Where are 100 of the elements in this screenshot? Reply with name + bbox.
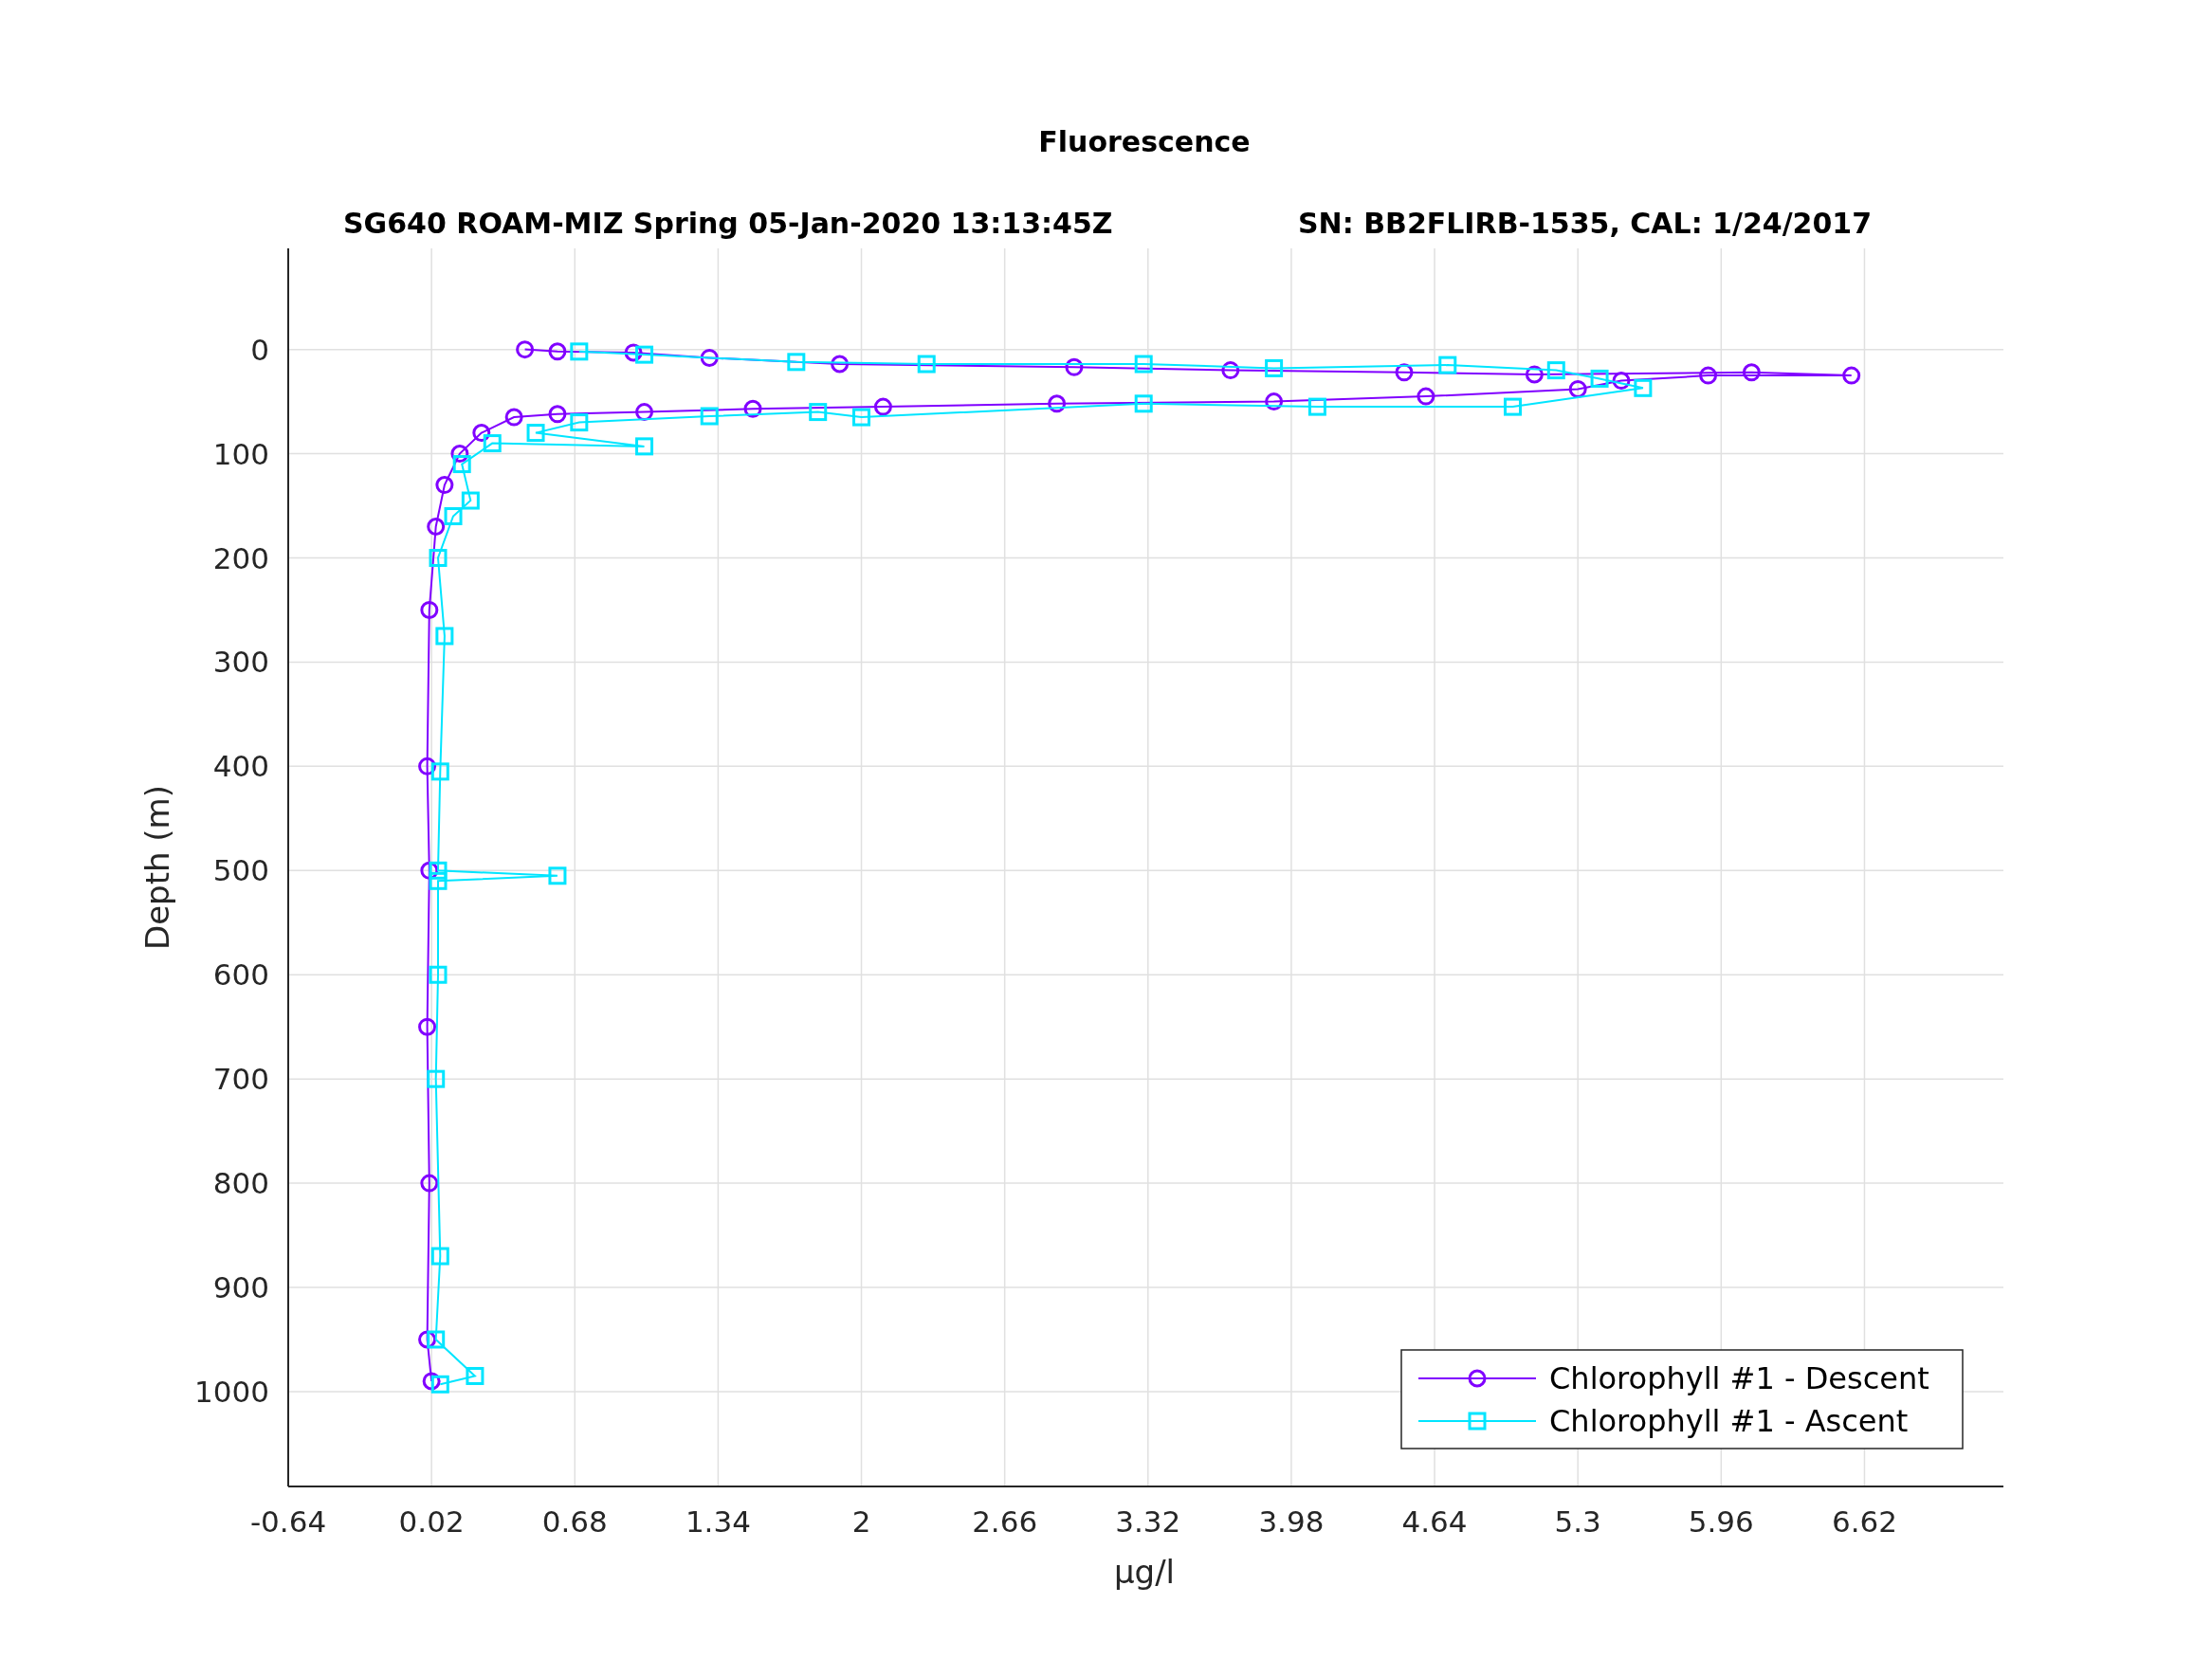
data-point — [1504, 397, 1522, 416]
x-tick-label: 2 — [851, 1504, 871, 1539]
data-point — [526, 424, 545, 443]
x-tick-label: 3.32 — [1115, 1504, 1181, 1539]
y-tick-label: 100 — [212, 436, 269, 471]
data-point — [435, 627, 454, 646]
chart-subtitle: SG640 ROAM-MIZ Spring 05-Jan-2020 13:13:45Z — [343, 207, 1113, 240]
x-tick-label: 6.62 — [1831, 1504, 1897, 1539]
data-point — [516, 340, 535, 359]
data-point — [422, 1372, 441, 1391]
data-point — [570, 413, 589, 432]
data-point — [1742, 363, 1761, 382]
data-point — [1634, 378, 1653, 397]
x-tick-label: 4.64 — [1401, 1504, 1468, 1539]
y-tick-label: 700 — [212, 1062, 269, 1097]
data-point — [466, 1366, 484, 1385]
data-point — [624, 343, 643, 362]
y-axis-label: Depth (m) — [138, 785, 176, 950]
data-point — [873, 397, 892, 416]
data-point — [429, 549, 448, 567]
data-point — [427, 518, 446, 536]
data-point — [1842, 366, 1861, 385]
chart-subtitle: SN: BB2FLIRB-1535, CAL: 1/24/2017 — [1298, 207, 1873, 240]
data-point — [429, 861, 448, 880]
data-point — [852, 408, 871, 427]
chart-title: Fluorescence — [1038, 125, 1251, 158]
data-point — [1307, 397, 1326, 416]
x-tick-label: 1.34 — [685, 1504, 751, 1539]
data-point — [1417, 387, 1435, 406]
data-point — [1699, 366, 1718, 385]
x-tick-label: -0.64 — [249, 1504, 327, 1539]
data-point — [429, 871, 448, 890]
data-point — [429, 965, 448, 984]
data-point — [420, 1174, 439, 1193]
data-point — [1134, 394, 1153, 413]
data-point — [1590, 369, 1609, 388]
data-point — [452, 455, 471, 474]
y-tick-label: 0 — [250, 332, 269, 367]
data-point — [1265, 392, 1284, 411]
data-point — [1568, 379, 1587, 398]
data-point — [1265, 358, 1284, 377]
data-point — [1221, 361, 1240, 380]
data-point — [418, 757, 437, 775]
data-point — [418, 1017, 437, 1036]
data-point — [472, 424, 491, 443]
y-tick-label: 200 — [212, 540, 269, 575]
data-point — [1546, 361, 1565, 380]
data-point — [1065, 357, 1084, 376]
x-axis-label: μg/l — [1113, 1553, 1176, 1591]
data-point — [635, 345, 654, 364]
y-tick-label: 400 — [212, 749, 269, 784]
x-tick-label: 0.02 — [398, 1504, 465, 1539]
x-tick-label: 5.3 — [1554, 1504, 1601, 1539]
data-point — [570, 342, 589, 361]
data-point — [444, 507, 463, 526]
data-point — [787, 353, 806, 372]
data-point — [743, 399, 762, 418]
x-tick-label: 0.68 — [541, 1504, 608, 1539]
data-point — [831, 355, 850, 374]
data-point — [435, 476, 454, 495]
data-point — [450, 445, 469, 464]
x-tick-label: 2.66 — [972, 1504, 1038, 1539]
data-point — [1395, 363, 1414, 382]
x-tick-label: 3.98 — [1258, 1504, 1325, 1539]
data-point — [420, 861, 439, 880]
data-point — [418, 1330, 437, 1349]
data-point — [548, 342, 567, 361]
data-point — [1134, 355, 1153, 374]
y-tick-label: 1000 — [194, 1374, 269, 1409]
data-point — [700, 407, 719, 426]
data-point — [427, 1330, 446, 1349]
legend-label: Chlorophyll #1 - Descent — [1549, 1360, 1929, 1396]
data-point — [420, 600, 439, 619]
data-point — [1438, 356, 1457, 374]
data-point — [461, 491, 480, 510]
data-point — [1048, 394, 1067, 413]
data-point — [504, 408, 523, 427]
data-point — [1612, 372, 1631, 391]
y-tick-label: 500 — [212, 853, 269, 888]
data-point — [430, 762, 449, 781]
legend-marker-icon — [1417, 1369, 1537, 1388]
data-point — [427, 1069, 446, 1088]
data-point — [809, 403, 828, 422]
data-point — [483, 434, 502, 453]
data-point — [917, 355, 936, 374]
data-point — [548, 866, 567, 885]
y-tick-label: 800 — [212, 1166, 269, 1201]
y-tick-label: 300 — [212, 645, 269, 680]
data-point — [548, 405, 567, 424]
data-point — [430, 1247, 449, 1266]
legend-label: Chlorophyll #1 - Ascent — [1549, 1403, 1909, 1439]
data-point — [430, 1375, 449, 1394]
data-point — [1525, 365, 1544, 384]
data-point — [635, 437, 654, 456]
y-tick-label: 600 — [212, 957, 269, 993]
x-tick-label: 5.96 — [1688, 1504, 1754, 1539]
y-tick-label: 900 — [212, 1270, 269, 1305]
data-point — [700, 348, 719, 367]
legend-marker-icon — [1417, 1412, 1537, 1431]
data-point — [635, 403, 654, 422]
